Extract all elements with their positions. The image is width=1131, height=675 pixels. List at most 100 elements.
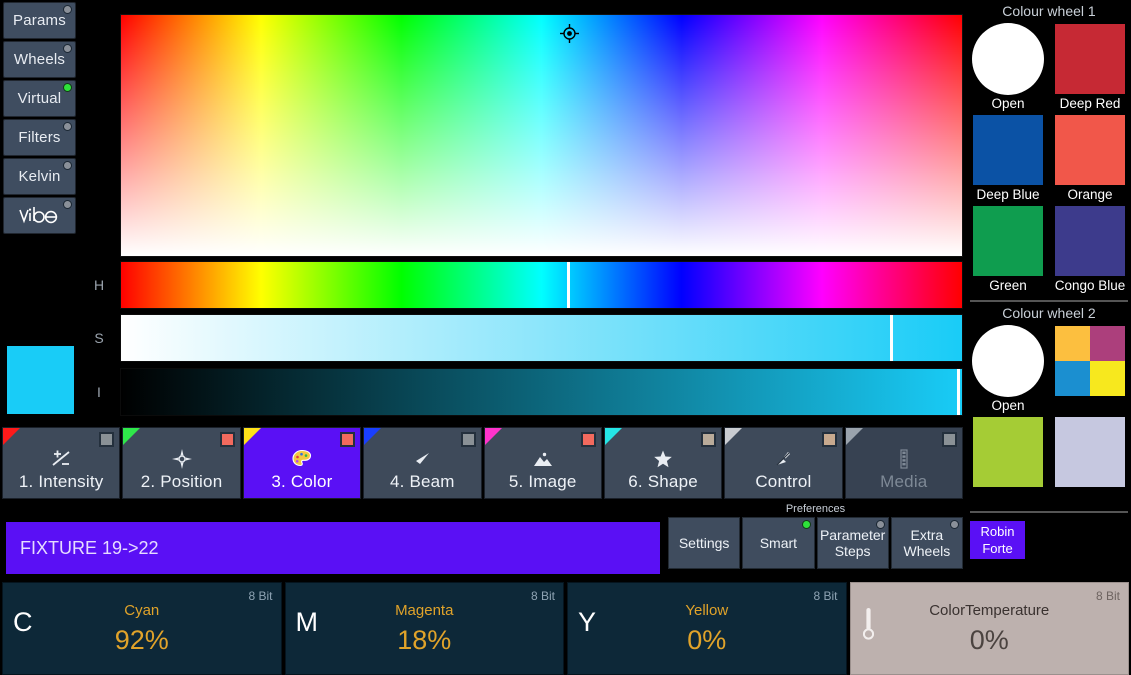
preferences-panel: Preferences Settings Smart Parameter Steps…: [668, 502, 963, 574]
colour-wheel-1-slot-1[interactable]: Deep Red: [1049, 23, 1131, 114]
colour-wheel-2-slot-2[interactable]: [967, 416, 1049, 507]
pref-button-smart[interactable]: Smart: [742, 517, 815, 569]
tab-label: 5. Image: [508, 472, 577, 491]
colour-wheel-2-swatch-label: Open: [991, 398, 1025, 413]
colour-wheel-1-swatch: [1054, 23, 1126, 95]
colour-wheel-1-swatch-label: Orange: [1067, 187, 1113, 202]
hue-slider-row: H: [78, 261, 963, 309]
status-led-icon: [875, 520, 885, 529]
star-icon: [653, 447, 673, 471]
sidebar-button-label: Params: [13, 12, 66, 29]
colour-wheel-2-swatch: [972, 416, 1044, 488]
encoder-colortemperature[interactable]: 8 Bit ColorTemperature 0%: [849, 582, 1129, 675]
sidebar-button-vibe[interactable]: [3, 197, 76, 234]
encoder-name: Yellow: [685, 602, 729, 619]
encoder-cyan[interactable]: 8 Bit C Cyan 92%: [2, 582, 282, 675]
sidebar-button-filters[interactable]: Filters: [3, 119, 76, 156]
fixture-type-line1: Robin: [980, 524, 1015, 539]
satellite-icon: [773, 447, 793, 471]
colour-wheel-2-swatch: [972, 325, 1044, 397]
colour-wheel-1-swatch: [972, 23, 1044, 95]
colour-wheel-1-slot-0[interactable]: Open: [967, 23, 1049, 114]
tab-corner-marker: [604, 428, 622, 445]
hue-slider-label: H: [78, 261, 120, 309]
colour-wheel-1-swatch: [972, 205, 1044, 277]
sidebar-button-virtual[interactable]: Virtual: [3, 80, 76, 117]
encoder-yellow[interactable]: 8 Bit Y Yellow 0%: [567, 582, 847, 675]
intensity-slider-row: I: [78, 368, 963, 416]
colour-wheel-2-swatch-label: [1049, 488, 1131, 507]
status-led-icon: [63, 44, 72, 53]
encoder-name: Magenta: [395, 602, 454, 619]
hue-slider-handle[interactable]: [567, 262, 571, 308]
tab-label: 1. Intensity: [18, 472, 104, 491]
colour-wheel-1-slot-5[interactable]: Congo Blue: [1049, 205, 1131, 296]
parameter-group-tabbar: 1. Intensity 2. Position 3. Color 4. Beam 5.…: [2, 427, 963, 499]
tab-control[interactable]: Control: [724, 427, 843, 499]
saturation-slider-row: S: [78, 314, 963, 362]
sidebar-button-wheels[interactable]: Wheels: [3, 41, 76, 78]
tab-corner-marker: [845, 428, 863, 445]
encoder-bit-depth: 8 Bit: [813, 589, 838, 603]
encoder-value: 18%: [397, 625, 452, 655]
encoder-magenta[interactable]: 8 Bit M Magenta 18%: [284, 582, 564, 675]
intensity-slider[interactable]: [120, 368, 963, 416]
status-led-icon: [950, 520, 959, 529]
pref-button-label: Parameter Steps: [819, 527, 886, 559]
sidebar-button-label: Wheels: [13, 51, 66, 68]
fixture-type-button[interactable]: Robin Forte: [970, 521, 1025, 559]
colour-wheel-1-slot-2[interactable]: Deep Blue: [967, 114, 1049, 205]
preferences-buttons: Settings Smart Parameter Steps Extra Wheels: [668, 517, 963, 569]
tab-beam[interactable]: 4. Beam: [363, 427, 482, 499]
hue-slider[interactable]: [120, 261, 963, 309]
colour-wheel-2-swatch: [1054, 325, 1126, 397]
tab-state-square-icon: [99, 432, 115, 447]
quad-segment: [1090, 326, 1125, 361]
colour-wheel-1-grid: Open Deep Red Deep Blue Orange Green Congo Bl…: [967, 23, 1131, 296]
sidebar-button-label: Filters: [18, 129, 61, 146]
colour-wheel-1-swatch-label: Deep Red: [1059, 96, 1121, 111]
intensity-slider-handle[interactable]: [956, 369, 960, 415]
sidebar-button-label: Kelvin: [18, 168, 61, 185]
colour-wheel-2-slot-1[interactable]: [1049, 325, 1131, 416]
tab-corner-marker: [3, 428, 20, 445]
colour-wheel-1-slot-4[interactable]: Green: [967, 205, 1049, 296]
tab-state-square-icon: [580, 432, 596, 447]
encoder-value: 92%: [114, 625, 169, 655]
hue-saturation-picker[interactable]: [120, 14, 963, 257]
colour-wheel-1-swatch: [1054, 205, 1126, 277]
tab-intensity[interactable]: 1. Intensity: [2, 427, 121, 499]
sidebar-button-kelvin[interactable]: Kelvin: [3, 158, 76, 195]
saturation-slider[interactable]: [120, 314, 963, 362]
sidebar-button-params[interactable]: Params: [3, 2, 76, 39]
colour-wheel-1-slot-3[interactable]: Orange: [1049, 114, 1131, 205]
wheel-divider-2: [970, 511, 1128, 513]
encoder-bit-depth: 8 Bit: [530, 589, 555, 603]
pref-button-settings[interactable]: Settings: [668, 517, 741, 569]
colour-wheel-2-slot-0[interactable]: Open: [967, 325, 1049, 416]
colour-wheel-1-swatch-label: Congo Blue: [1054, 278, 1126, 293]
tab-corner-marker: [364, 428, 382, 445]
tab-color[interactable]: 3. Color: [242, 427, 362, 499]
saturation-slider-handle[interactable]: [889, 315, 893, 361]
colour-wheel-1-swatch: [972, 114, 1044, 186]
tab-image[interactable]: 5. Image: [483, 427, 602, 499]
colour-wheel-2-swatch-label: [967, 488, 1049, 507]
pref-button-parameter-steps[interactable]: Parameter Steps: [816, 517, 889, 569]
tab-position[interactable]: 2. Position: [122, 427, 241, 499]
tab-media[interactable]: Media: [844, 427, 963, 499]
film-strip-icon: [897, 447, 911, 471]
tab-state-square-icon: [219, 432, 235, 447]
colour-wheel-2-slot-3[interactable]: [1049, 416, 1131, 507]
tab-state-square-icon: [821, 432, 837, 447]
status-led-icon: [63, 161, 72, 170]
fixture-selection-bar[interactable]: FIXTURE 19->22: [6, 522, 660, 574]
pref-button-extra-wheels[interactable]: Extra Wheels: [890, 517, 963, 569]
gobo-image-icon: [531, 447, 555, 471]
current-colour-swatch[interactable]: [6, 345, 75, 415]
sidebar-button-label: Virtual: [17, 90, 62, 107]
status-led-icon: [63, 122, 72, 131]
tab-shape[interactable]: 6. Shape: [603, 427, 723, 499]
quad-segment: [1055, 326, 1090, 361]
plus-minus-icon: [50, 447, 72, 471]
